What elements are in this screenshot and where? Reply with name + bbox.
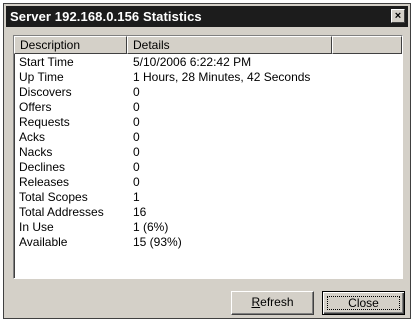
close-icon[interactable]: × <box>391 9 405 23</box>
column-header-description[interactable]: Description <box>14 36 127 54</box>
row-description: Up Time <box>19 70 64 84</box>
row-details: 0 <box>133 145 140 159</box>
row-description: Acks <box>19 130 46 144</box>
row-details: 0 <box>133 175 140 189</box>
row-details: 1 Hours, 28 Minutes, 42 Seconds <box>133 70 311 84</box>
row-details: 1 (6%) <box>133 220 169 234</box>
dialog-title: Server 192.168.0.156 Statistics <box>10 9 202 24</box>
row-description: Nacks <box>19 145 53 159</box>
row-details: 0 <box>133 100 140 114</box>
refresh-label: efresh <box>260 295 294 309</box>
close-button[interactable]: Close <box>322 291 405 315</box>
list-header: Description Details <box>14 36 402 54</box>
row-description: Start Time <box>19 55 74 69</box>
row-details: 1 <box>133 190 140 204</box>
column-header-empty[interactable] <box>332 36 402 54</box>
row-details: 15 (93%) <box>133 235 182 249</box>
row-description: Declines <box>19 160 66 174</box>
row-details: 0 <box>133 115 140 129</box>
row-details: 16 <box>133 205 147 219</box>
close-label: Close <box>327 296 400 310</box>
row-description: Releases <box>19 175 70 189</box>
row-description: Total Scopes <box>19 190 88 204</box>
row-details: 0 <box>133 130 140 144</box>
row-description: Offers <box>19 100 52 114</box>
title-bar[interactable]: Server 192.168.0.156 Statistics × <box>6 6 408 27</box>
row-description: Total Addresses <box>19 205 104 219</box>
row-details: 5/10/2006 6:22:42 PM <box>133 55 252 69</box>
refresh-button[interactable]: Refresh <box>231 291 314 315</box>
row-details: 0 <box>133 85 140 99</box>
row-description: Available <box>19 235 68 249</box>
column-header-details[interactable]: Details <box>127 36 332 54</box>
row-details: 0 <box>133 160 140 174</box>
statistics-dialog: Server 192.168.0.156 Statistics × Descri… <box>3 3 411 319</box>
statistics-list[interactable]: Description Details Start Time 5/10/2006 … <box>13 35 403 279</box>
row-description: Requests <box>19 115 70 129</box>
refresh-mnemonic: R <box>251 295 261 309</box>
row-description: In Use <box>19 220 54 234</box>
row-description: Discovers <box>19 85 72 99</box>
